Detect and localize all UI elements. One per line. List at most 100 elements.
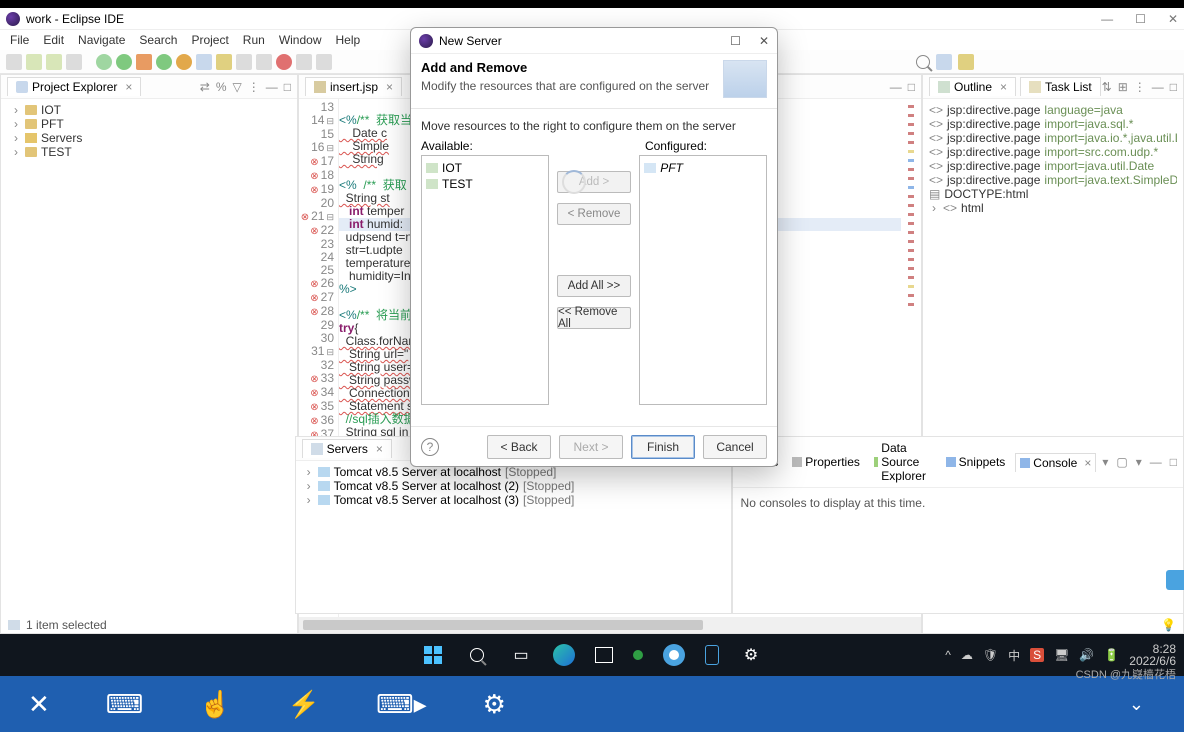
debug-icon[interactable]	[96, 54, 112, 70]
menu-navigate[interactable]: Navigate	[78, 33, 125, 47]
stop-icon[interactable]	[276, 54, 292, 70]
input-method-icon[interactable]: ⌨▸	[376, 689, 427, 720]
maximize-view-icon[interactable]: □	[284, 80, 291, 94]
properties-tab[interactable]: Properties	[788, 453, 864, 471]
project-item[interactable]: ›PFT	[11, 117, 287, 131]
close-annotation-icon[interactable]: ✕	[28, 689, 50, 720]
tasklist-tab[interactable]: Task List	[1020, 77, 1101, 96]
server-item[interactable]: ›Tomcat v8.5 Server at localhost (3) [St…	[304, 493, 723, 507]
project-explorer-tab[interactable]: Project Explorer ×	[7, 77, 141, 96]
profile-icon[interactable]	[176, 54, 192, 70]
nav-fwd-icon[interactable]	[316, 54, 332, 70]
horizontal-scrollbar-track[interactable]	[299, 617, 921, 633]
configured-list[interactable]: PFT	[639, 155, 767, 405]
app-icon-2[interactable]	[663, 644, 685, 666]
dialog-maximize-icon[interactable]: ☐	[730, 34, 741, 48]
add-button[interactable]: Add >	[557, 171, 631, 193]
tray-ime-icon[interactable]: 中	[1008, 647, 1020, 664]
keyboard-icon[interactable]: ⌨	[106, 689, 144, 720]
tray-monitor-icon[interactable]: 🖥	[1054, 648, 1069, 662]
outline-item[interactable]: <> jsp:directive.page import=src.com.udp…	[929, 145, 1177, 159]
close-outline-icon[interactable]: ×	[1000, 80, 1007, 94]
dialog-titlebar[interactable]: New Server ☐ ✕	[411, 28, 777, 54]
menu-window[interactable]: Window	[279, 33, 322, 47]
back-button[interactable]: < Back	[487, 435, 551, 459]
server-icon[interactable]	[196, 54, 212, 70]
tray-security-icon[interactable]: 🛡	[983, 648, 998, 662]
window-minimize-icon[interactable]: —	[1101, 12, 1113, 26]
menu-file[interactable]: File	[10, 33, 29, 47]
add-all-button[interactable]: Add All >>	[557, 275, 631, 297]
bolt-icon[interactable]: ⚡	[288, 689, 320, 720]
menu-edit[interactable]: Edit	[43, 33, 64, 47]
app-icon-3[interactable]	[705, 645, 719, 665]
editor-max-icon[interactable]: □	[908, 80, 915, 94]
open-console-icon[interactable]: ▾	[1136, 455, 1142, 469]
min-console-icon[interactable]: —	[1150, 455, 1162, 469]
close-console-icon[interactable]: ×	[1084, 456, 1091, 470]
settings-gear-icon[interactable]: ⚙	[739, 643, 763, 667]
server-item[interactable]: ›Tomcat v8.5 Server at localhost (2) [St…	[304, 479, 723, 493]
perspective-jee-icon[interactable]	[936, 54, 952, 70]
tray-sogou-icon[interactable]: S	[1030, 648, 1044, 662]
outline-menu-icon[interactable]: ⋮	[1134, 80, 1146, 94]
edge-icon[interactable]	[553, 644, 575, 666]
horizontal-scrollbar-thumb[interactable]	[303, 620, 703, 630]
window-close-icon[interactable]: ✕	[1168, 12, 1178, 26]
project-item[interactable]: ›Servers	[11, 131, 287, 145]
coverage-icon[interactable]	[136, 54, 152, 70]
dialog-close-icon[interactable]: ✕	[759, 34, 769, 48]
outline-item[interactable]: <> jsp:directive.page import=java.util.D…	[929, 159, 1177, 173]
app-icon-1[interactable]	[633, 650, 643, 660]
remove-all-button[interactable]: << Remove All	[557, 307, 631, 329]
menu-search[interactable]: Search	[139, 33, 177, 47]
outline-tab[interactable]: Outline ×	[929, 77, 1016, 96]
quick-access-search-icon[interactable]	[916, 55, 930, 69]
close-editor-icon[interactable]: ×	[386, 80, 393, 94]
menu-help[interactable]: Help	[336, 33, 361, 47]
finish-button[interactable]: Finish	[631, 435, 695, 459]
tray-onedrive-icon[interactable]: ☁	[961, 648, 973, 662]
server-item[interactable]: ›Tomcat v8.5 Server at localhost [Stoppe…	[304, 465, 723, 479]
pin-console-icon[interactable]: ▾	[1102, 455, 1108, 469]
outline-item[interactable]: <> jsp:directive.page import=java.io.*,j…	[929, 131, 1177, 145]
configured-item[interactable]: PFT	[644, 160, 762, 176]
collapse-all-icon[interactable]: ⇄	[200, 80, 210, 94]
store-icon[interactable]	[595, 647, 613, 663]
run-last-icon[interactable]	[156, 54, 172, 70]
close-tab-icon[interactable]: ×	[125, 80, 132, 94]
perspective-java-icon[interactable]	[958, 54, 974, 70]
window-maximize-icon[interactable]: ☐	[1135, 12, 1146, 26]
available-item[interactable]: IOT	[426, 160, 544, 176]
project-item[interactable]: ›TEST	[11, 145, 287, 159]
max-console-icon[interactable]: □	[1170, 455, 1177, 469]
editor-tab[interactable]: insert.jsp ×	[305, 77, 402, 96]
collapse-icon[interactable]: ⌄	[1129, 694, 1144, 715]
display-console-icon[interactable]: ▢	[1116, 455, 1127, 469]
search-tb-icon[interactable]	[256, 54, 272, 70]
data-source-explorer-tab[interactable]: Data Source Explorer	[870, 439, 936, 485]
tray-chevron-icon[interactable]: ^	[945, 648, 951, 662]
run-icon[interactable]	[116, 54, 132, 70]
editor-min-icon[interactable]: —	[890, 80, 902, 94]
open-type-icon[interactable]	[236, 54, 252, 70]
new-icon[interactable]	[6, 54, 22, 70]
outline-item[interactable]: ▤ DOCTYPE:html	[929, 187, 1177, 201]
cancel-button[interactable]: Cancel	[703, 435, 767, 459]
save-all-icon[interactable]	[46, 54, 62, 70]
start-button[interactable]	[421, 643, 445, 667]
link-editor-icon[interactable]: %	[216, 80, 227, 94]
taskbar-search-icon[interactable]	[465, 643, 489, 667]
nav-back-icon[interactable]	[296, 54, 312, 70]
available-item[interactable]: TEST	[426, 176, 544, 192]
project-item[interactable]: ›IOT	[11, 103, 287, 117]
build-icon[interactable]	[66, 54, 82, 70]
touch-icon[interactable]: ☝	[199, 689, 231, 720]
outline-item[interactable]: <> jsp:directive.page import=java.sql.*	[929, 117, 1177, 131]
view-menu-icon[interactable]: ⋮	[248, 80, 260, 94]
available-list[interactable]: IOT TEST	[421, 155, 549, 405]
taskbar-clock[interactable]: 8:28 2022/6/6	[1129, 643, 1176, 667]
outline-item[interactable]: › <> html	[929, 201, 1177, 215]
gear-icon[interactable]: ⚙	[483, 689, 506, 720]
tray-battery-icon[interactable]: 🔋	[1104, 648, 1119, 662]
